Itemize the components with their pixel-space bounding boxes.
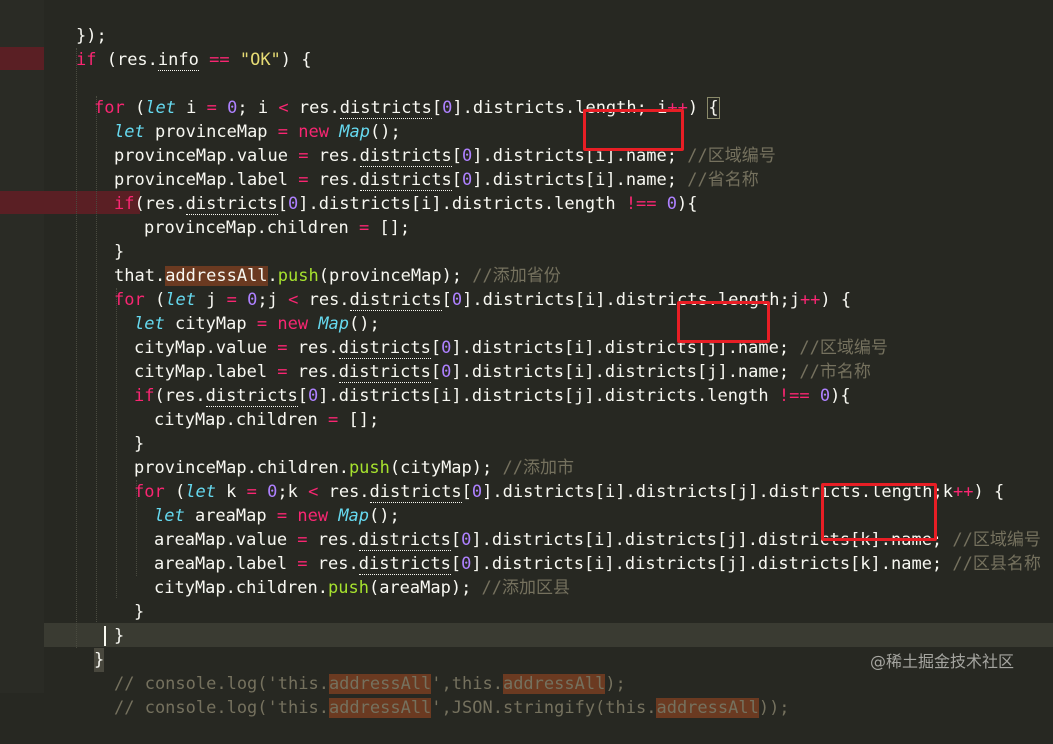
- code-line[interactable]: [0, 48, 1053, 72]
- code-line[interactable]: cityMap.label = res.districts[0].distric…: [0, 336, 1053, 383]
- code-line[interactable]: }: [0, 600, 1053, 646]
- code-line[interactable]: if(res.districts[0].districts[i].distric…: [0, 168, 1053, 215]
- code-line[interactable]: }: [0, 216, 1053, 262]
- code-line[interactable]: let provinceMap = new Map();: [0, 96, 1053, 142]
- code-line[interactable]: provinceMap.label = res.districts[0].dis…: [0, 144, 1053, 191]
- annotation-box: [677, 301, 770, 343]
- code-line[interactable]: }: [0, 576, 1053, 622]
- code-text: // console.log('this.addressAll',JSON.st…: [114, 698, 790, 718]
- code-line[interactable]: });: [0, 0, 1053, 46]
- code-line[interactable]: if (res.info == "OK") {: [0, 24, 1053, 71]
- code-line[interactable]: // console.log('this.addressAll',JSON.st…: [0, 672, 1053, 718]
- code-line[interactable]: if(res.districts[0].districts[i].distric…: [0, 360, 1053, 407]
- code-line[interactable]: cityMap.children = [];: [0, 384, 1053, 430]
- code-line[interactable]: provinceMap.children.push(cityMap); //添加…: [0, 432, 1053, 478]
- code-line[interactable]: provinceMap.children = [];: [0, 192, 1053, 238]
- code-line[interactable]: for (let j = 0;j < res.districts[0].dist…: [0, 264, 1053, 311]
- watermark-text: @稀土掘金技术社区: [870, 652, 1015, 671]
- annotation-box: [821, 483, 937, 541]
- code-line[interactable]: }: [0, 408, 1053, 454]
- text-caret: [104, 626, 106, 646]
- annotation-box: [583, 109, 684, 151]
- code-line[interactable]: let cityMap = new Map();: [0, 288, 1053, 334]
- code-line[interactable]: }: [0, 624, 1053, 672]
- code-editor[interactable]: }); if (res.info == "OK") { for (let i =…: [0, 0, 1053, 718]
- code-line[interactable]: provinceMap.value = res.districts[0].dis…: [0, 120, 1053, 167]
- code-line[interactable]: that.addressAll.push(provinceMap); //添加省…: [0, 240, 1053, 286]
- code-line[interactable]: cityMap.children.push(areaMap); //添加区县: [0, 552, 1053, 598]
- code-line[interactable]: for (let i = 0; i < res.districts[0].dis…: [0, 72, 1053, 119]
- code-line[interactable]: for (let k = 0;k < res.districts[0].dist…: [0, 456, 1053, 503]
- code-line[interactable]: cityMap.value = res.districts[0].distric…: [0, 312, 1053, 359]
